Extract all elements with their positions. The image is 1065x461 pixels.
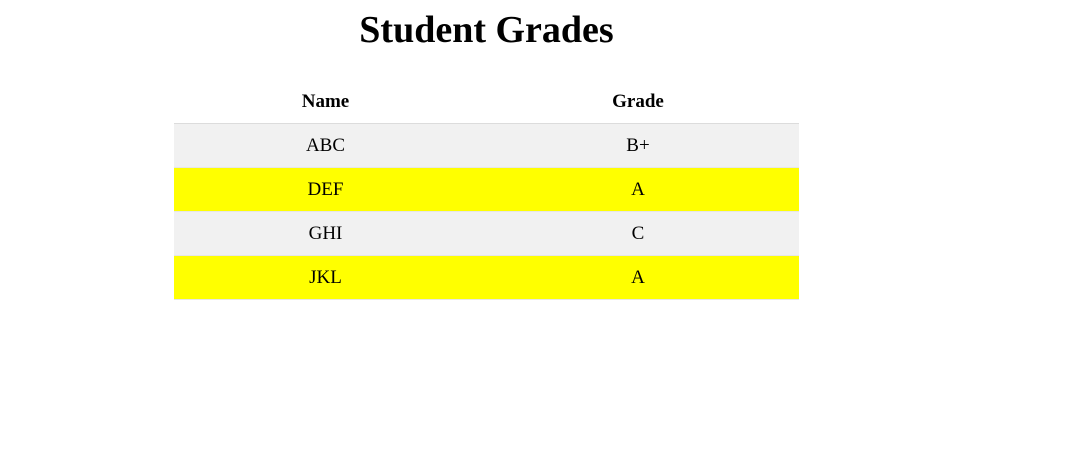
cell-grade: A	[477, 167, 799, 212]
table-row: DEF A	[174, 167, 799, 212]
column-header-name: Name	[174, 80, 477, 124]
cell-grade: C	[477, 211, 799, 256]
cell-name: GHI	[174, 211, 477, 256]
column-header-grade: Grade	[477, 80, 799, 124]
page-title: Student Grades	[359, 9, 614, 51]
cell-grade: B+	[477, 123, 799, 168]
table-row: ABC B+	[174, 123, 799, 168]
header-row: Name Grade	[174, 80, 799, 124]
cell-name: ABC	[174, 123, 477, 168]
table-header: Name Grade	[174, 80, 799, 124]
cell-name: DEF	[174, 167, 477, 212]
cell-name: JKL	[174, 255, 477, 300]
table-row: GHI C	[174, 211, 799, 256]
table-row: JKL A	[174, 255, 799, 300]
grades-table: Name Grade ABC B+ DEF A GHI C JKL A	[174, 80, 799, 300]
table-body: ABC B+ DEF A GHI C JKL A	[174, 123, 799, 300]
cell-grade: A	[477, 255, 799, 300]
